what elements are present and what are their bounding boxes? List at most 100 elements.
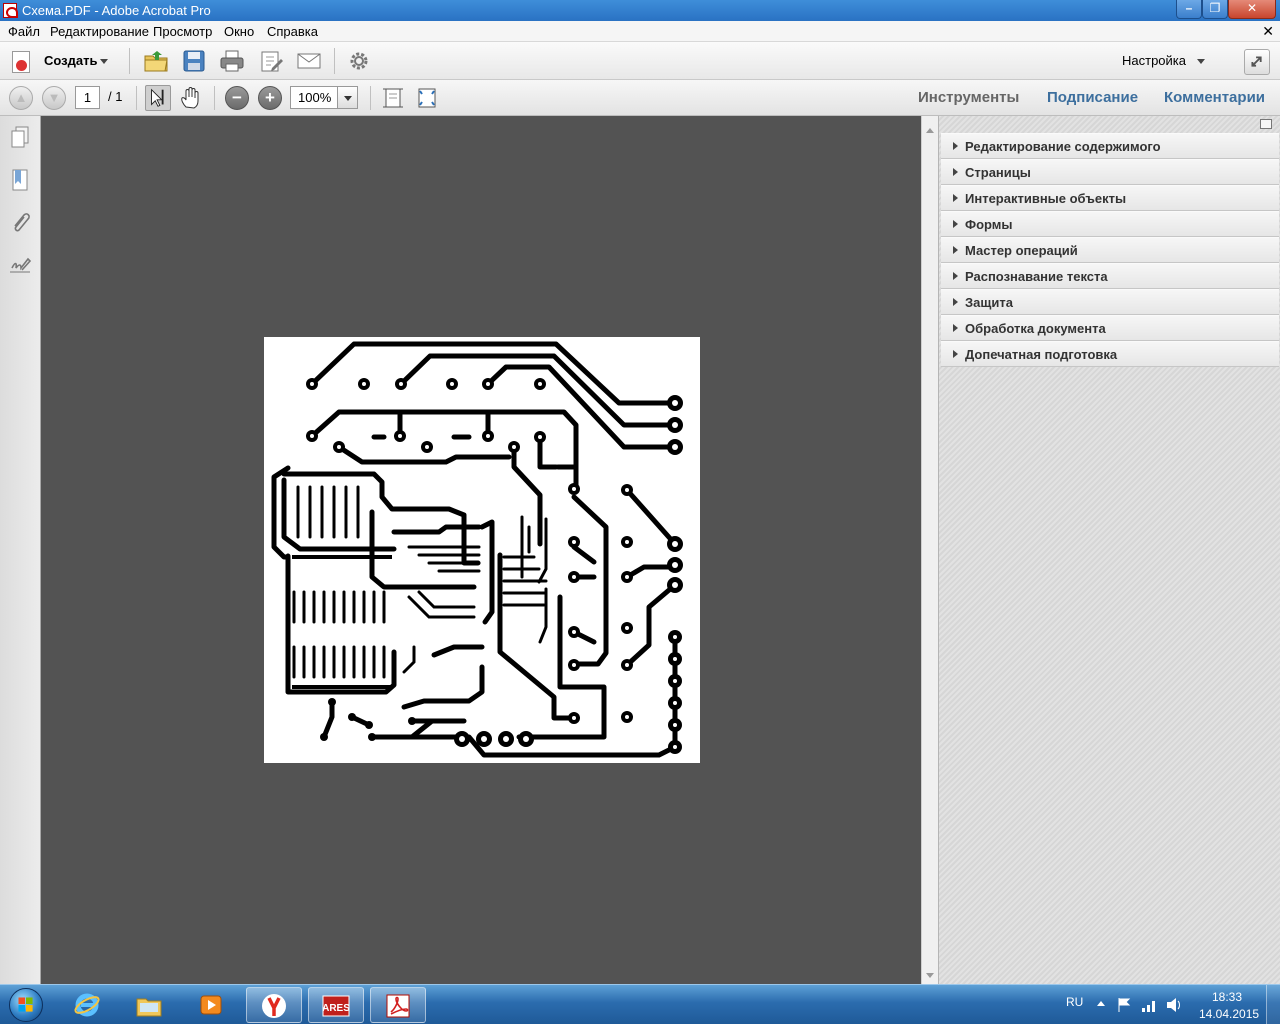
toolbar-divider	[136, 86, 137, 110]
taskbar-internet-explorer[interactable]	[60, 987, 116, 1023]
chevron-down-icon	[100, 59, 108, 64]
panel-label: Мастер операций	[965, 243, 1078, 258]
taskbar-ares[interactable]: ARES	[308, 987, 364, 1023]
media-player-icon	[200, 995, 222, 1015]
taskbar-explorer[interactable]	[122, 987, 178, 1023]
bookmarks-icon[interactable]	[8, 168, 32, 192]
folder-icon	[136, 998, 162, 1017]
scroll-up-icon[interactable]	[926, 128, 934, 133]
page-total: / 1	[108, 89, 123, 104]
menu-file[interactable]: Файл	[8, 24, 40, 39]
language-indicator[interactable]: RU	[1066, 995, 1083, 1009]
panel-text-recognition[interactable]: Распознавание текста	[941, 263, 1279, 289]
hand-icon[interactable]	[178, 85, 204, 111]
tab-comment[interactable]: Комментарии	[1164, 89, 1265, 106]
panel-print-production[interactable]: Допечатная подготовка	[941, 341, 1279, 367]
chevron-down-icon[interactable]	[1197, 59, 1205, 64]
expand-triangle-icon	[953, 298, 958, 306]
toolbar-divider	[129, 48, 130, 74]
maximize-button[interactable]: ❐	[1202, 0, 1228, 19]
email-icon[interactable]	[296, 48, 322, 74]
tab-sign[interactable]: Подписание	[1047, 89, 1138, 106]
customize-menu[interactable]: Настройка	[1122, 53, 1186, 68]
show-hidden-icons-icon[interactable]	[1097, 1001, 1105, 1006]
panel-protection[interactable]: Защита	[941, 289, 1279, 315]
taskbar-media-player[interactable]	[184, 987, 240, 1023]
previous-page-button[interactable]: ▲	[9, 86, 33, 110]
acrobat-app-icon[interactable]	[3, 3, 18, 18]
expand-triangle-icon	[953, 350, 958, 358]
navigation-pane	[0, 116, 41, 984]
gear-icon[interactable]	[346, 48, 372, 74]
zoom-in-button[interactable]: +	[258, 86, 282, 110]
windows-taskbar: ARES RU 18:33 14.04.2015	[0, 984, 1280, 1024]
windows-logo-icon	[9, 988, 43, 1022]
edit-document-icon[interactable]	[258, 48, 284, 74]
ares-label: ARES	[322, 1003, 350, 1014]
expand-triangle-icon	[953, 142, 958, 150]
network-icon[interactable]	[1141, 997, 1159, 1013]
expand-icon[interactable]	[1244, 49, 1270, 75]
menu-window[interactable]: Окно	[224, 24, 254, 39]
panel-interactive-objects[interactable]: Интерактивные объекты	[941, 185, 1279, 211]
create-button-label: Создать	[44, 53, 98, 68]
clock-time[interactable]: 18:33	[1212, 990, 1242, 1004]
expand-triangle-icon	[953, 194, 958, 202]
open-folder-icon[interactable]	[143, 48, 169, 74]
panel-label: Редактирование содержимого	[965, 139, 1161, 154]
menu-edit[interactable]: Редактирование	[50, 24, 149, 39]
close-window-button[interactable]: ✕	[1228, 0, 1276, 19]
page-thumbnails-icon[interactable]	[8, 125, 32, 149]
panel-label: Формы	[965, 217, 1013, 232]
yandex-browser-icon	[262, 994, 286, 1018]
save-icon[interactable]	[181, 48, 207, 74]
page-number-input[interactable]: 1	[75, 86, 100, 109]
minimize-button[interactable]: –	[1176, 0, 1202, 19]
ares-icon: ARES	[322, 995, 350, 1017]
zoom-level-input[interactable]: 100%	[290, 86, 338, 109]
create-pdf-icon	[12, 51, 30, 73]
menu-bar: Файл Редактирование Просмотр Окно Справк…	[0, 21, 1280, 42]
pane-options-icon[interactable]	[1260, 119, 1272, 129]
create-button[interactable]: Создать	[10, 51, 110, 73]
adobe-acrobat-icon	[386, 994, 410, 1018]
cursor-icon	[151, 88, 164, 107]
fit-page-icon[interactable]	[380, 85, 406, 111]
taskbar-yandex-browser[interactable]	[246, 987, 302, 1023]
volume-icon[interactable]	[1165, 997, 1183, 1013]
title-bar: Схема.PDF - Adobe Acrobat Pro – ❐ ✕	[0, 0, 1280, 21]
expand-triangle-icon	[953, 168, 958, 176]
internet-explorer-icon	[74, 993, 100, 1017]
taskbar-acrobat[interactable]	[370, 987, 426, 1023]
scroll-down-icon[interactable]	[926, 973, 934, 978]
panel-action-wizard[interactable]: Мастер операций	[941, 237, 1279, 263]
next-page-button[interactable]: ▼	[42, 86, 66, 110]
start-button[interactable]	[3, 985, 47, 1024]
panel-label: Интерактивные объекты	[965, 191, 1127, 206]
zoom-out-button[interactable]: −	[225, 86, 249, 110]
menu-view[interactable]: Просмотр	[153, 24, 212, 39]
vertical-scrollbar[interactable]	[921, 116, 938, 984]
clock-date[interactable]: 14.04.2015	[1199, 1007, 1259, 1021]
paperclip-icon[interactable]	[8, 211, 32, 235]
document-view[interactable]	[41, 116, 921, 984]
panel-label: Распознавание текста	[965, 269, 1108, 284]
full-screen-icon[interactable]	[414, 85, 440, 111]
menu-help[interactable]: Справка	[267, 24, 318, 39]
select-tool-button[interactable]	[145, 85, 171, 111]
signatures-icon[interactable]	[8, 254, 32, 278]
panel-pages[interactable]: Страницы	[941, 159, 1279, 185]
tab-tools[interactable]: Инструменты	[918, 89, 1019, 106]
show-desktop-button[interactable]	[1266, 985, 1280, 1024]
pcb-layout-page	[264, 337, 700, 763]
action-center-flag-icon[interactable]	[1116, 997, 1134, 1013]
expand-triangle-icon	[953, 246, 958, 254]
close-document-icon[interactable]: ✕	[1262, 23, 1274, 40]
zoom-dropdown-button[interactable]	[337, 86, 358, 109]
panel-content-editing[interactable]: Редактирование содержимого	[941, 133, 1279, 159]
panel-document-processing[interactable]: Обработка документа	[941, 315, 1279, 341]
print-icon[interactable]	[219, 48, 245, 74]
panel-forms[interactable]: Формы	[941, 211, 1279, 237]
panel-label: Допечатная подготовка	[965, 347, 1118, 362]
main-toolbar: Создать Настройка	[0, 42, 1280, 80]
